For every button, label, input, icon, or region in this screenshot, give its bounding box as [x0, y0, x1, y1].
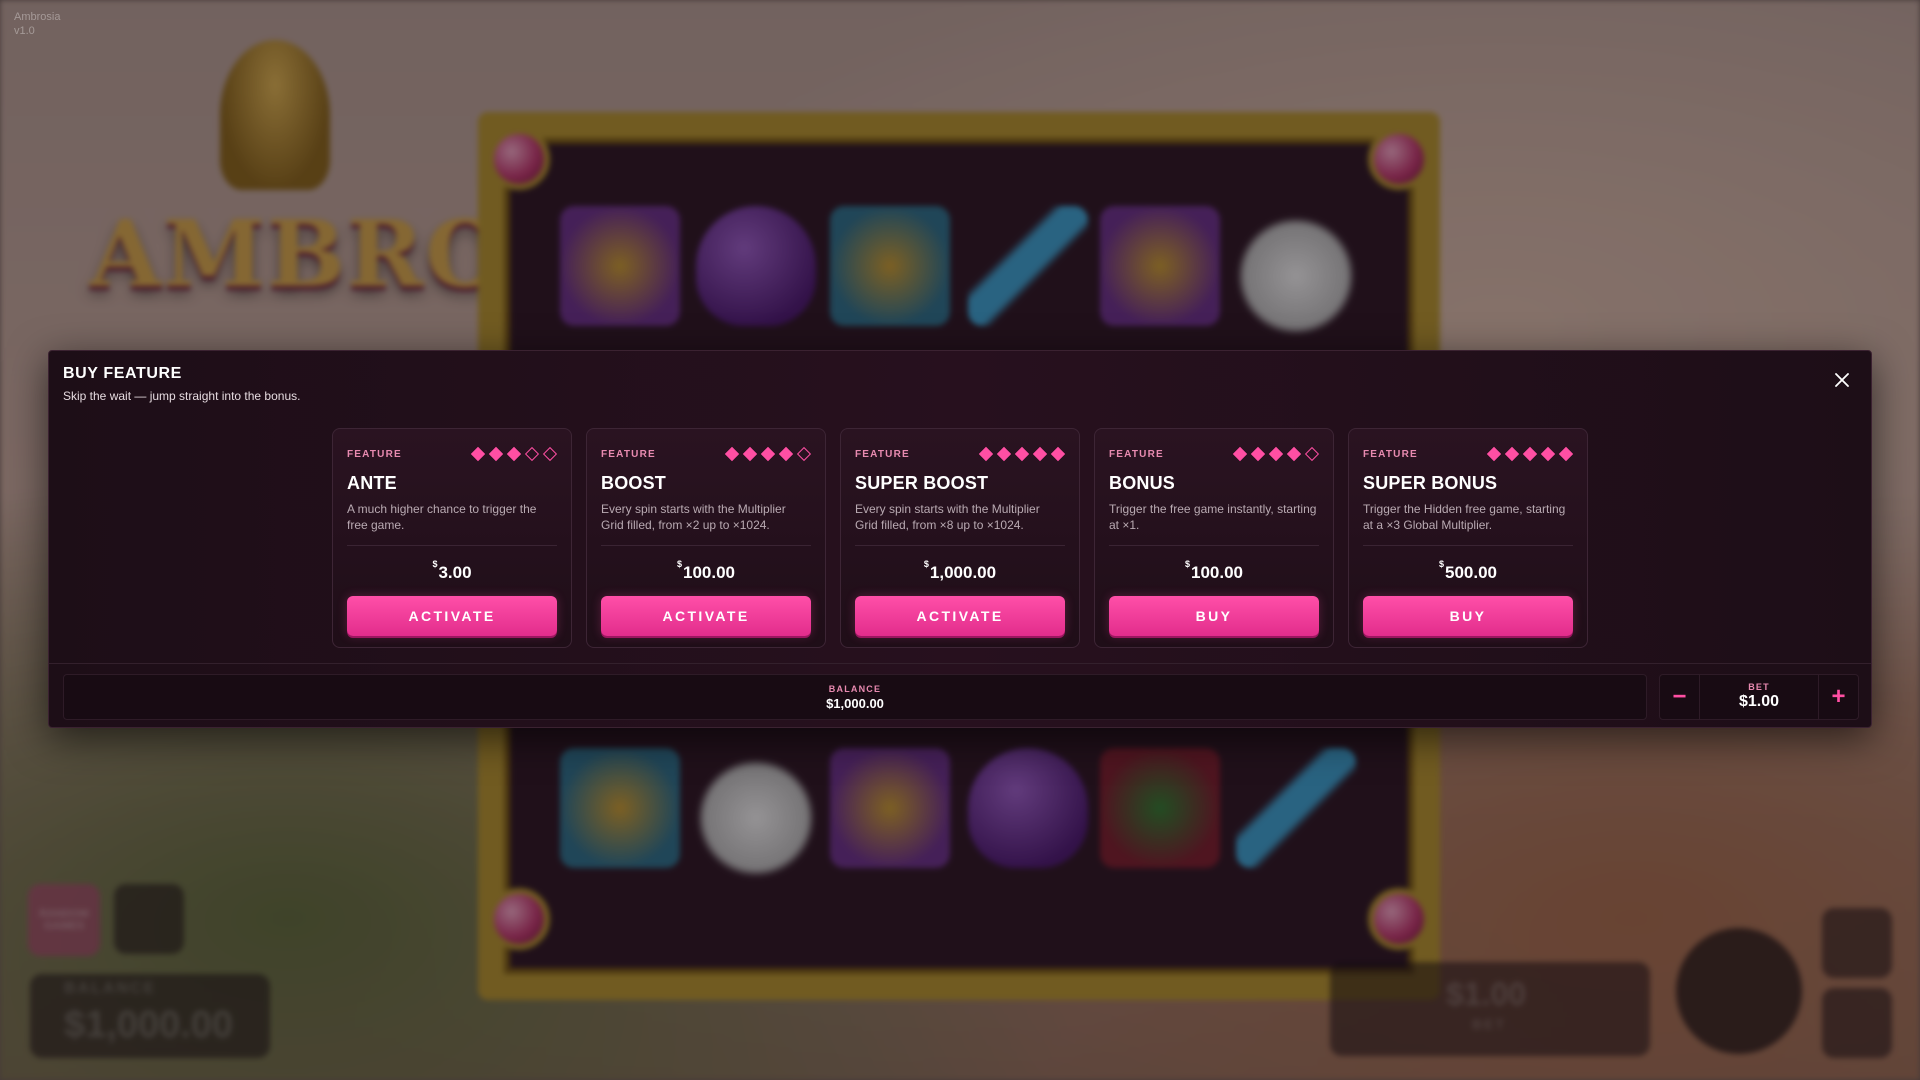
card-title: BONUS	[1109, 473, 1176, 493]
card-tag: FEATURE	[1109, 449, 1164, 460]
diamond-filled-icon	[996, 446, 1012, 462]
corner-line-2: v1.0	[14, 25, 35, 37]
diamond-filled-icon	[760, 446, 776, 462]
card-title: ANTE	[347, 473, 397, 493]
currency-symbol: $	[923, 559, 929, 570]
card-price: $100.00	[1095, 559, 1333, 583]
activate-ante-button[interactable]: ACTIVATE	[347, 596, 557, 636]
card-divider	[1109, 545, 1319, 546]
corner-line-1: Ambrosia	[14, 11, 61, 23]
balance-label: BALANCE	[828, 684, 882, 694]
diamond-filled-icon	[1032, 446, 1048, 462]
card-description: Trigger the free game instantly, startin…	[1109, 502, 1317, 532]
price-value: 100.00	[1191, 563, 1243, 582]
card-price: $500.00	[1349, 559, 1587, 583]
diamond-filled-icon	[978, 446, 994, 462]
diamond-filled-icon	[1232, 446, 1248, 462]
diamond-filled-icon	[724, 446, 740, 462]
rating-diamonds	[470, 446, 558, 462]
feature-cards: FEATURE ANTE A much higher chance to tri…	[332, 428, 1588, 648]
modal-divider	[49, 663, 1871, 664]
price-value: 3.00	[438, 563, 472, 582]
price-value: 1,000.00	[929, 563, 997, 582]
bet-label: BET	[1748, 682, 1770, 692]
card-divider	[347, 545, 557, 546]
card-tag: FEATURE	[1363, 449, 1418, 460]
feature-card-boost: FEATURE BOOST Every spin starts with the…	[586, 428, 826, 648]
currency-symbol: $	[1184, 559, 1190, 570]
card-price: $100.00	[587, 559, 825, 583]
diamond-empty-icon	[524, 446, 540, 462]
diamond-filled-icon	[1558, 446, 1574, 462]
card-divider	[1363, 545, 1573, 546]
modal-subtitle: Skip the wait — jump straight into the b…	[63, 389, 301, 403]
card-description: Every spin starts with the Multiplier Gr…	[601, 502, 786, 532]
diamond-filled-icon	[1486, 446, 1502, 462]
buy-feature-modal: BUY FEATURE Skip the wait — jump straigh…	[48, 350, 1872, 728]
diamond-filled-icon	[506, 446, 522, 462]
currency-symbol: $	[1438, 559, 1444, 570]
rating-diamonds	[978, 446, 1066, 462]
card-title: SUPER BOOST	[855, 473, 989, 493]
balance-display: BALANCE $1,000.00	[63, 674, 1647, 720]
activate-super-boost-button[interactable]: ACTIVATE	[855, 596, 1065, 636]
activate-boost-button[interactable]: ACTIVATE	[601, 596, 811, 636]
card-title: BOOST	[601, 473, 667, 493]
feature-card-bonus: FEATURE BONUS Trigger the free game inst…	[1094, 428, 1334, 648]
diamond-filled-icon	[470, 446, 486, 462]
buy-bonus-button[interactable]: BUY	[1109, 596, 1319, 636]
card-divider	[601, 545, 811, 546]
price-value: 100.00	[683, 563, 735, 582]
card-price: $3.00	[333, 559, 571, 583]
rating-diamonds	[1232, 446, 1320, 462]
diamond-filled-icon	[1050, 446, 1066, 462]
card-description: A much higher chance to trigger the free…	[347, 502, 537, 532]
feature-card-ante: FEATURE ANTE A much higher chance to tri…	[332, 428, 572, 648]
card-description: Every spin starts with the Multiplier Gr…	[855, 502, 1040, 532]
diamond-filled-icon	[778, 446, 794, 462]
bet-display: BET $1.00	[1700, 675, 1818, 711]
rating-diamonds	[724, 446, 812, 462]
currency-symbol: $	[432, 559, 438, 570]
diamond-filled-icon	[1504, 446, 1520, 462]
diamond-filled-icon	[1540, 446, 1556, 462]
diamond-filled-icon	[1014, 446, 1030, 462]
bet-stepper: − BET $1.00 +	[1659, 674, 1859, 720]
bet-increase-button[interactable]: +	[1818, 675, 1858, 719]
diamond-filled-icon	[1250, 446, 1266, 462]
card-title: SUPER BONUS	[1363, 473, 1498, 493]
corner-info: Ambrosia v1.0	[14, 10, 60, 38]
card-description: Trigger the Hidden free game, starting a…	[1363, 502, 1566, 532]
diamond-filled-icon	[1286, 446, 1302, 462]
currency-symbol: $	[676, 559, 682, 570]
modal-title: BUY FEATURE	[63, 365, 182, 382]
close-icon	[1835, 373, 1849, 387]
diamond-empty-icon	[796, 446, 812, 462]
buy-super-bonus-button[interactable]: BUY	[1363, 596, 1573, 636]
card-tag: FEATURE	[601, 449, 656, 460]
balance-value: $1,000.00	[826, 696, 884, 711]
diamond-empty-icon	[1304, 446, 1320, 462]
card-tag: FEATURE	[855, 449, 910, 460]
feature-card-super-boost: FEATURE SUPER BOOST Every spin starts wi…	[840, 428, 1080, 648]
diamond-filled-icon	[1522, 446, 1538, 462]
card-divider	[855, 545, 1065, 546]
diamond-filled-icon	[742, 446, 758, 462]
close-button[interactable]	[1827, 365, 1857, 395]
card-price: $1,000.00	[841, 559, 1079, 583]
diamond-empty-icon	[542, 446, 558, 462]
card-tag: FEATURE	[347, 449, 402, 460]
diamond-filled-icon	[1268, 446, 1284, 462]
price-value: 500.00	[1445, 563, 1497, 582]
diamond-filled-icon	[488, 446, 504, 462]
rating-diamonds	[1486, 446, 1574, 462]
bet-decrease-button[interactable]: −	[1660, 675, 1700, 719]
feature-card-super-bonus: FEATURE SUPER BONUS Trigger the Hidden f…	[1348, 428, 1588, 648]
bet-value: $1.00	[1738, 693, 1780, 710]
